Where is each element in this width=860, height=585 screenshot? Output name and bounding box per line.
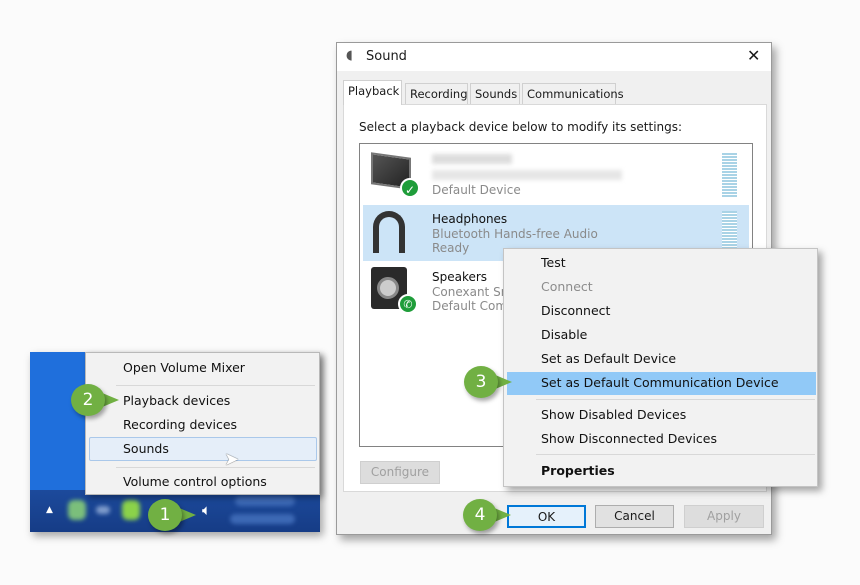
apply-button[interactable]: Apply bbox=[684, 505, 764, 528]
menu-item-set-default-device[interactable]: Set as Default Device bbox=[541, 351, 676, 366]
step-callout-1: 1 bbox=[148, 499, 196, 531]
headphones-icon bbox=[373, 211, 405, 253]
ok-button[interactable]: OK bbox=[507, 505, 586, 528]
device-row[interactable]: ✓ Default Device bbox=[363, 147, 749, 203]
speaker-icon[interactable]: 🔈︎ bbox=[202, 501, 211, 519]
mouse-cursor-icon: ➤ bbox=[224, 449, 240, 470]
phone-icon: ✆ bbox=[398, 294, 418, 314]
menu-separator bbox=[536, 399, 815, 400]
menu-item-disconnect[interactable]: Disconnect bbox=[541, 303, 610, 318]
device-name: Headphones bbox=[432, 212, 508, 226]
default-check-icon: ✓ bbox=[400, 178, 420, 198]
menu-separator bbox=[536, 454, 815, 455]
menu-item-connect[interactable]: Connect bbox=[541, 279, 593, 294]
device-context-menu: Test Connect Disconnect Disable Set as D… bbox=[503, 248, 818, 487]
clock-time[interactable] bbox=[235, 496, 295, 506]
tray-app-icon[interactable] bbox=[68, 500, 86, 520]
menu-item-set-default-communication-device[interactable]: Set as Default Communication Device bbox=[541, 375, 779, 390]
tab-recording[interactable]: Recording bbox=[405, 83, 468, 104]
menu-separator bbox=[116, 467, 315, 468]
device-name-blurred bbox=[432, 154, 512, 164]
menu-item-show-disabled-devices[interactable]: Show Disabled Devices bbox=[541, 407, 686, 422]
device-subtitle-blurred bbox=[432, 170, 622, 180]
menu-item-sounds[interactable]: Sounds bbox=[123, 441, 169, 456]
instruction-text: Select a playback device below to modify… bbox=[359, 120, 683, 134]
device-name: Speakers bbox=[432, 270, 488, 284]
menu-item-show-disconnected-devices[interactable]: Show Disconnected Devices bbox=[541, 431, 717, 446]
menu-item-open-volume-mixer[interactable]: Open Volume Mixer bbox=[123, 360, 245, 375]
sound-speaker-icon: ◖ bbox=[346, 48, 353, 63]
device-subtitle: Bluetooth Hands-free Audio bbox=[432, 227, 598, 241]
menu-item-test[interactable]: Test bbox=[541, 255, 566, 270]
menu-item-properties[interactable]: Properties bbox=[541, 463, 615, 478]
step-callout-2: 2 bbox=[71, 384, 119, 416]
menu-item-playback-devices[interactable]: Playback devices bbox=[123, 393, 230, 408]
volume-tray-menu: Open Volume Mixer Playback devices Recor… bbox=[85, 352, 320, 495]
menu-item-recording-devices[interactable]: Recording devices bbox=[123, 417, 237, 432]
tab-playback[interactable]: Playback bbox=[343, 80, 402, 105]
device-subtitle: Conexant Sm bbox=[432, 285, 513, 299]
cancel-button[interactable]: Cancel bbox=[595, 505, 674, 528]
device-status: Default Device bbox=[432, 183, 521, 197]
configure-button[interactable]: Configure bbox=[360, 461, 440, 484]
dialog-title: Sound bbox=[366, 49, 407, 64]
step-callout-3: 3 bbox=[464, 366, 512, 398]
tray-app-icon[interactable] bbox=[122, 500, 140, 520]
menu-item-disable[interactable]: Disable bbox=[541, 327, 587, 342]
tab-communications[interactable]: Communications bbox=[522, 83, 624, 104]
menu-item-volume-control-options[interactable]: Volume control options bbox=[123, 474, 267, 489]
menu-separator bbox=[116, 385, 315, 386]
tray-network-icon[interactable] bbox=[96, 506, 110, 514]
show-hidden-icons-arrow[interactable]: ▲ bbox=[46, 505, 53, 515]
title-bar: ◖ Sound ✕ bbox=[337, 43, 771, 71]
device-status: Ready bbox=[432, 241, 470, 255]
volume-meter bbox=[722, 153, 737, 197]
tab-sounds[interactable]: Sounds bbox=[470, 83, 520, 104]
close-icon[interactable]: ✕ bbox=[747, 46, 760, 65]
clock-date[interactable] bbox=[230, 514, 295, 524]
step-callout-4: 4 bbox=[463, 499, 511, 531]
